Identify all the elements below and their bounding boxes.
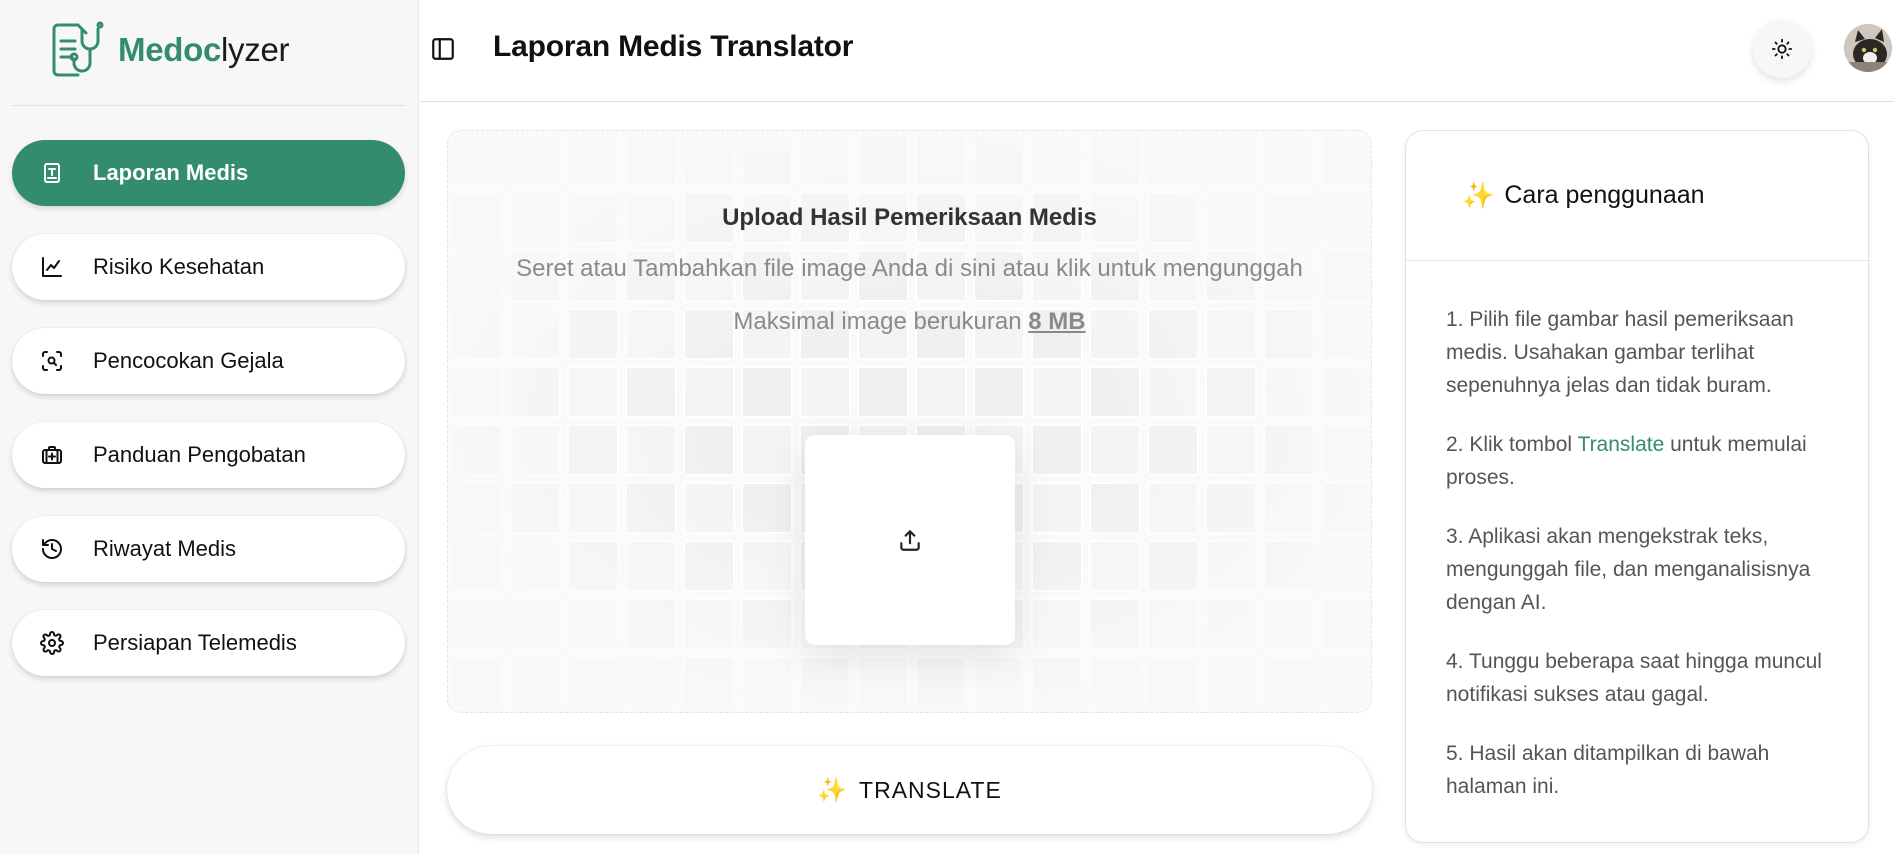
upload-dropzone[interactable]: Upload Hasil Pemeriksaan Medis Seret ata…	[447, 130, 1372, 713]
page-title: Laporan Medis Translator	[493, 30, 854, 63]
sidebar-item-panduan-pengobatan[interactable]: Panduan Pengobatan	[12, 422, 405, 488]
sidebar-item-pencocokan-gejala[interactable]: Pencocokan Gejala	[12, 328, 405, 394]
header: Laporan Medis Translator	[420, 0, 1894, 102]
help-step: 3. Aplikasi akan mengekstrak teks, mengu…	[1446, 525, 1811, 614]
sidebar-toggle-icon[interactable]	[430, 36, 456, 62]
history-icon	[39, 536, 65, 562]
medical-report-icon	[39, 160, 65, 186]
sidebar-item-label: Laporan Medis	[93, 160, 249, 185]
brand-divider	[12, 105, 406, 106]
sparkles-icon: ✨	[817, 776, 848, 804]
sidebar: Medoclyzer Laporan Medis Risiko Kesehata…	[0, 0, 419, 854]
sidebar-item-label: Persiapan Telemedis	[93, 630, 297, 655]
avatar[interactable]	[1844, 24, 1892, 72]
help-card: ✨ Cara penggunaan 1. Pilih file gambar h…	[1405, 130, 1869, 843]
help-step: 4. Tunggu beberapa saat hingga muncul no…	[1446, 650, 1822, 706]
upload-box[interactable]	[805, 435, 1015, 645]
help-step: 5. Hasil akan ditampilkan di bawah halam…	[1446, 742, 1770, 798]
sun-icon	[1771, 38, 1793, 60]
upload-icon	[900, 530, 920, 551]
translate-button[interactable]: ✨ TRANSLATE	[447, 746, 1372, 834]
help-step: 1. Pilih file gambar hasil pemeriksaan m…	[1446, 308, 1794, 397]
medocl-logo-icon	[52, 21, 104, 77]
sidebar-item-label: Panduan Pengobatan	[93, 442, 306, 467]
scan-search-icon	[39, 348, 65, 374]
medical-kit-icon	[39, 442, 65, 468]
translate-button-label: TRANSLATE	[859, 776, 1002, 803]
upload-max-size: Maksimal image berukuran 8 MB	[448, 308, 1371, 336]
gear-icon	[39, 630, 65, 656]
sparkles-icon: ✨	[1462, 180, 1495, 210]
upload-max-prefix: Maksimal image berukuran	[733, 308, 1029, 335]
brand-name-rest: lyzer	[221, 31, 290, 68]
sidebar-item-riwayat-medis[interactable]: Riwayat Medis	[12, 516, 405, 582]
sidebar-item-persiapan-telemedis[interactable]: Persiapan Telemedis	[12, 610, 405, 676]
help-steps: 1. Pilih file gambar hasil pemeriksaan m…	[1406, 261, 1868, 803]
help-step-highlight: Translate	[1577, 433, 1665, 456]
upload-max-value: 8 MB	[1028, 308, 1086, 335]
help-step-before: 2. Klik tombol	[1446, 433, 1578, 456]
brand[interactable]: Medoclyzer	[48, 18, 290, 82]
sidebar-item-label: Risiko Kesehatan	[93, 254, 265, 279]
upload-title: Upload Hasil Pemeriksaan Medis	[722, 204, 1097, 231]
sidebar-item-risiko-kesehatan[interactable]: Risiko Kesehatan	[12, 234, 405, 300]
help-title: Cara penggunaan	[1504, 181, 1705, 209]
sidebar-item-label: Riwayat Medis	[93, 536, 237, 561]
brand-name: Medoclyzer	[118, 31, 290, 69]
brand-name-accent: Medoc	[118, 31, 222, 68]
help-step: 2. Klik tombol Translate untuk memulai p…	[1446, 428, 1828, 494]
theme-toggle-button[interactable]	[1753, 20, 1811, 78]
sidebar-item-laporan-medis[interactable]: Laporan Medis	[12, 140, 405, 206]
upload-subtitle: Seret atau Tambahkan file image Anda di …	[516, 255, 1303, 282]
help-header: ✨ Cara penggunaan	[1406, 131, 1868, 261]
sidebar-item-label: Pencocokan Gejala	[93, 348, 284, 373]
line-chart-icon	[39, 254, 65, 280]
sidebar-nav: Laporan Medis Risiko Kesehatan Pencocoka…	[12, 140, 405, 704]
